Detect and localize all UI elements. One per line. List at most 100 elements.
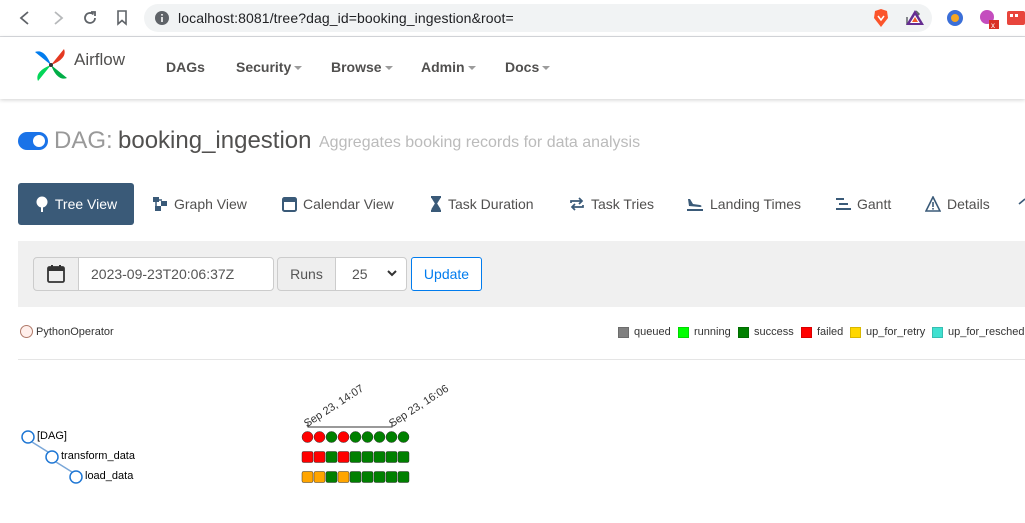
dag-run-status-success[interactable] <box>397 431 410 443</box>
task-label[interactable]: load_data <box>85 470 133 482</box>
legend-label: queued <box>634 326 671 338</box>
tab-details[interactable]: Details <box>925 183 990 225</box>
base-date-input[interactable]: 2023-09-23T20:06:37Z <box>78 257 274 291</box>
tree-link <box>55 461 73 473</box>
dag-run-status-failed[interactable] <box>301 431 314 443</box>
tab-task-tries[interactable]: Task Tries <box>569 183 654 225</box>
operator-swatch <box>20 325 33 338</box>
tab-task-duration[interactable]: Task Duration <box>430 183 534 225</box>
tab-label: Calendar View <box>303 196 394 212</box>
bookmark-icon[interactable] <box>111 7 133 29</box>
plane-landing-icon <box>687 199 703 211</box>
legend-swatch <box>801 326 812 338</box>
legend-queued: queued <box>618 326 671 338</box>
brave-rewards-icon[interactable] <box>905 8 925 28</box>
task-instance-status-success[interactable] <box>325 471 338 483</box>
runs-label: Runs <box>277 257 336 291</box>
tree-node-load_data[interactable] <box>69 470 83 484</box>
tab-label: Tree View <box>54 196 118 212</box>
warning-triangle-icon <box>925 196 941 212</box>
task-instance-status-success[interactable] <box>373 471 386 483</box>
update-button[interactable]: Update <box>411 257 482 291</box>
menu-browse-label: Browse <box>331 59 382 75</box>
airflow-logo-icon <box>35 49 67 81</box>
menu-dags[interactable]: DAGs <box>166 59 205 75</box>
legend-label: up_for_retry <box>866 326 926 338</box>
task-instance-status-success[interactable] <box>373 451 386 463</box>
tree-controls: 2023-09-23T20:06:37Z Runs 25 Update <box>18 241 1025 307</box>
menu-admin[interactable]: Admin <box>421 59 476 75</box>
dag-run-status-success[interactable] <box>373 431 386 443</box>
task-instance-status-failed[interactable] <box>337 451 350 463</box>
runs-select[interactable]: 25 <box>335 257 407 291</box>
tree-node-transform_data[interactable] <box>45 450 59 464</box>
menu-docs-label: Docs <box>505 59 540 75</box>
dag-run-status-failed[interactable] <box>337 431 350 443</box>
site-info-icon[interactable] <box>154 10 170 31</box>
task-instance-status-success[interactable] <box>397 451 410 463</box>
chevron-down-icon <box>467 66 476 71</box>
tab-more-icon[interactable] <box>1018 183 1025 225</box>
dag-name: booking_ingestion <box>118 127 312 154</box>
repeat-icon <box>570 197 584 211</box>
tree-icon <box>36 196 48 212</box>
dag-run-status-success[interactable] <box>325 431 338 443</box>
task-instance-status-success[interactable] <box>325 451 338 463</box>
task-instance-status-success[interactable] <box>349 451 362 463</box>
dag-run-status-failed[interactable] <box>313 431 326 443</box>
airflow-home-link[interactable]: Airflow <box>32 46 125 84</box>
task-instance-status-upstream-failed[interactable] <box>337 471 350 483</box>
task-instance-status-upstream-failed[interactable] <box>313 471 326 483</box>
datepicker-button[interactable] <box>33 257 79 291</box>
extension-badge-icon[interactable]: x <box>978 8 999 30</box>
task-instance-status-failed[interactable] <box>301 451 314 463</box>
legend-success: success <box>738 326 794 338</box>
legend-swatch <box>932 326 943 338</box>
forward-icon[interactable] <box>47 7 69 29</box>
tab-gantt[interactable]: Gantt <box>835 183 891 225</box>
reload-icon[interactable] <box>79 7 101 29</box>
dag-prefix: DAG: <box>54 127 113 154</box>
dag-run-status-success[interactable] <box>361 431 374 443</box>
task-instance-status-success[interactable] <box>349 471 362 483</box>
address-bar[interactable]: localhost:8081/tree?dag_id=booking_inges… <box>144 4 932 32</box>
dag-run-status-success[interactable] <box>385 431 398 443</box>
task-instance-status-success[interactable] <box>361 471 374 483</box>
legend-failed: failed <box>801 326 843 338</box>
menu-security[interactable]: Security <box>236 59 303 75</box>
dag-pause-toggle[interactable] <box>18 132 48 150</box>
chevron-down-icon <box>542 66 551 71</box>
tab-graph-view[interactable]: Graph View <box>152 183 247 225</box>
menu-docs[interactable]: Docs <box>505 59 551 75</box>
calendar-icon <box>47 265 65 283</box>
tab-calendar-view[interactable]: Calendar View <box>282 183 394 225</box>
tab-label: Details <box>947 196 990 212</box>
task-label[interactable]: transform_data <box>61 450 135 462</box>
tab-landing-times[interactable]: Landing Times <box>686 183 801 225</box>
menu-security-label: Security <box>236 59 292 75</box>
address-url: localhost:8081/tree?dag_id=booking_inges… <box>178 10 514 26</box>
tree-node-dag[interactable] <box>21 430 35 444</box>
legend-swatch <box>738 326 749 338</box>
legend-label: running <box>694 326 731 338</box>
legend-label: success <box>754 326 794 338</box>
tab-label: Landing Times <box>710 196 802 212</box>
tab-tree-view[interactable]: Tree View <box>18 183 134 225</box>
task-instance-status-upstream-failed[interactable] <box>301 471 314 483</box>
back-icon[interactable] <box>14 7 36 29</box>
task-instance-status-success[interactable] <box>385 471 398 483</box>
browser-toolbar: localhost:8081/tree?dag_id=booking_inges… <box>0 0 1025 37</box>
menu-browse[interactable]: Browse <box>331 59 393 75</box>
dag-run-status-success[interactable] <box>349 431 362 443</box>
task-instance-status-success[interactable] <box>385 451 398 463</box>
extension-red-icon[interactable] <box>1006 8 1025 28</box>
brave-shield-icon[interactable] <box>871 8 891 28</box>
task-instance-status-failed[interactable] <box>313 451 326 463</box>
tab-label: Graph View <box>174 196 247 212</box>
extension-circle-icon[interactable] <box>945 8 965 28</box>
task-label[interactable]: [DAG] <box>37 430 67 442</box>
gantt-icon <box>836 198 851 210</box>
chevron-down-icon <box>384 66 393 71</box>
task-instance-status-success[interactable] <box>397 471 410 483</box>
task-instance-status-success[interactable] <box>361 451 374 463</box>
